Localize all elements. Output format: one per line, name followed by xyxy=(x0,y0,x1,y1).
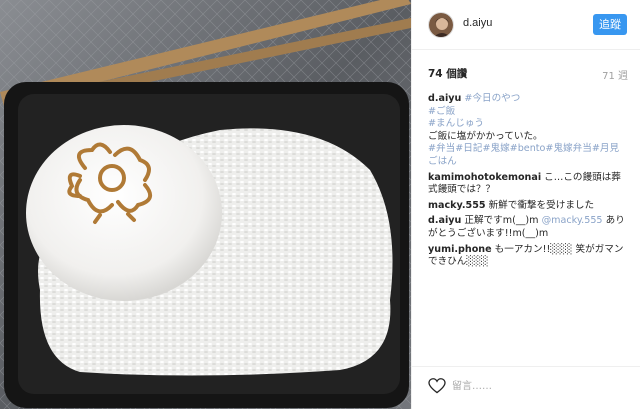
caption-line[interactable]: #ご飯 xyxy=(428,106,628,119)
avatar[interactable] xyxy=(428,12,454,38)
comment-username[interactable]: kamimohotokemonai xyxy=(428,172,541,183)
caption-line[interactable]: #今日のやつ xyxy=(464,93,520,104)
avatar-image xyxy=(429,13,453,37)
manju-bun xyxy=(26,125,222,301)
follow-button[interactable]: 追蹤 xyxy=(593,14,627,35)
caption-line[interactable]: #まんじゅう xyxy=(428,118,628,131)
heart-icon[interactable] xyxy=(428,378,446,394)
caption-line[interactable]: #弁当#日記#鬼嫁#bento#鬼嫁弁当#月見ごはん xyxy=(428,143,628,168)
comment-username[interactable]: yumi.phone xyxy=(428,244,492,255)
post-header: d.aiyu 追蹤 xyxy=(412,0,640,50)
post-panel: d.aiyu 追蹤 74 個讚 71 週 d.aiyu #今日のやつ #ご飯 #ま… xyxy=(411,0,640,409)
caption-line: ご飯に塩がかかっていた。 xyxy=(428,130,543,142)
post-footer xyxy=(412,366,640,409)
comment-item: yumi.phone も一アカン!!░░░ 笑がガマンできひん░░░ xyxy=(428,244,628,269)
caption: d.aiyu #今日のやつ #ご飯 #まんじゅう ご飯に塩がかかっていた。 #弁当… xyxy=(428,93,628,169)
comment-username[interactable]: d.aiyu xyxy=(428,215,461,226)
post-photo xyxy=(0,0,411,409)
post-username[interactable]: d.aiyu xyxy=(463,17,492,29)
comment-mention[interactable]: @macky.555 xyxy=(542,215,603,226)
comment-text: 正解ですm(__)m xyxy=(464,215,542,227)
post-time[interactable]: 71 週 xyxy=(602,67,628,82)
comment-username[interactable]: macky.555 xyxy=(428,200,486,211)
likes-count[interactable]: 74 個讚 xyxy=(428,66,467,81)
post-stats: 74 個讚 71 週 xyxy=(428,66,628,82)
comments-list: d.aiyu #今日のやつ #ご飯 #まんじゅう ご飯に塩がかかっていた。 #弁当… xyxy=(428,93,628,272)
caption-username[interactable]: d.aiyu xyxy=(428,93,461,104)
bento-image xyxy=(0,0,411,409)
comment-text: 新鮮で衝撃を受けました xyxy=(488,199,595,211)
comment-item: macky.555 新鮮で衝撃を受けました xyxy=(428,200,628,213)
comment-item: d.aiyu 正解ですm(__)m @macky.555 ありがとうございます!!… xyxy=(428,215,628,240)
comment-input[interactable] xyxy=(452,379,622,393)
comment-item: kamimohotokemonai こ…この饅頭は葬式饅頭では？？ xyxy=(428,172,628,197)
